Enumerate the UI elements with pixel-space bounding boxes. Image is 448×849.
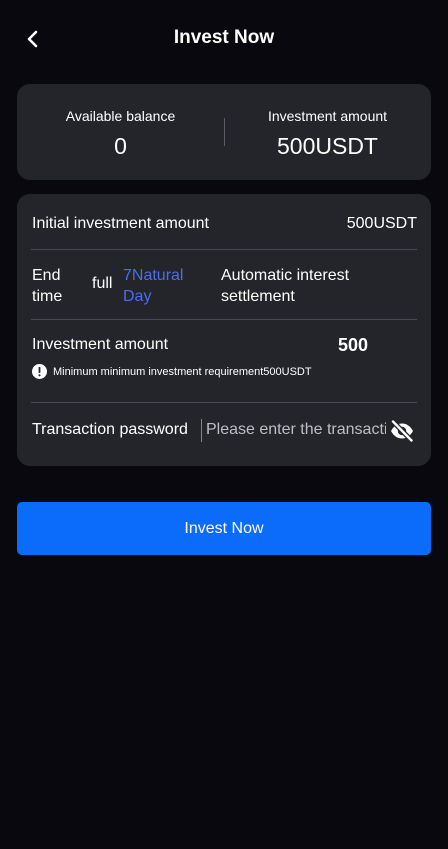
- investment-amount-row-label: Investment amount: [32, 336, 169, 353]
- divider: [31, 319, 417, 320]
- end-time-label: End time: [32, 267, 63, 305]
- page-title: Invest Now: [173, 27, 275, 48]
- initial-investment-value: 500USDT: [346, 215, 417, 232]
- investment-details-card: Initial investment amount 500USDT End ti…: [17, 194, 431, 466]
- eye-off-icon: [390, 420, 414, 442]
- investment-amount-label: Investment amount: [267, 108, 388, 124]
- initial-investment-label: Initial investment amount: [32, 215, 209, 232]
- minimum-requirement-text: Minimum minimum investment requirement50…: [53, 365, 312, 378]
- toggle-password-visibility-button[interactable]: [389, 418, 415, 444]
- investment-amount-value: 500USDT: [277, 133, 378, 159]
- end-time-period: 7Natural Day: [123, 267, 184, 305]
- investment-amount-row-value: 500: [338, 335, 369, 355]
- available-balance-label: Available balance: [65, 108, 176, 124]
- invest-now-button[interactable]: Invest Now: [17, 502, 431, 555]
- divider: [31, 249, 417, 250]
- available-balance-value: 0: [114, 133, 127, 159]
- transaction-password-input[interactable]: [206, 416, 386, 444]
- balance-card: Available balance 0 Investment amount 50…: [17, 84, 431, 180]
- divider: [31, 402, 417, 403]
- investment-amount-block: Investment amount 500USDT: [224, 84, 431, 180]
- available-balance-block: Available balance 0: [17, 84, 224, 180]
- minimum-requirement-note: Minimum minimum investment requirement50…: [32, 364, 312, 379]
- text-cursor: [201, 419, 202, 442]
- end-time-full: full: [92, 275, 113, 292]
- transaction-password-label: Transaction password: [32, 421, 188, 438]
- settlement-mode: Automatic interest settlement: [221, 267, 350, 305]
- header-bar: Invest Now: [0, 0, 448, 78]
- info-icon: [32, 364, 47, 379]
